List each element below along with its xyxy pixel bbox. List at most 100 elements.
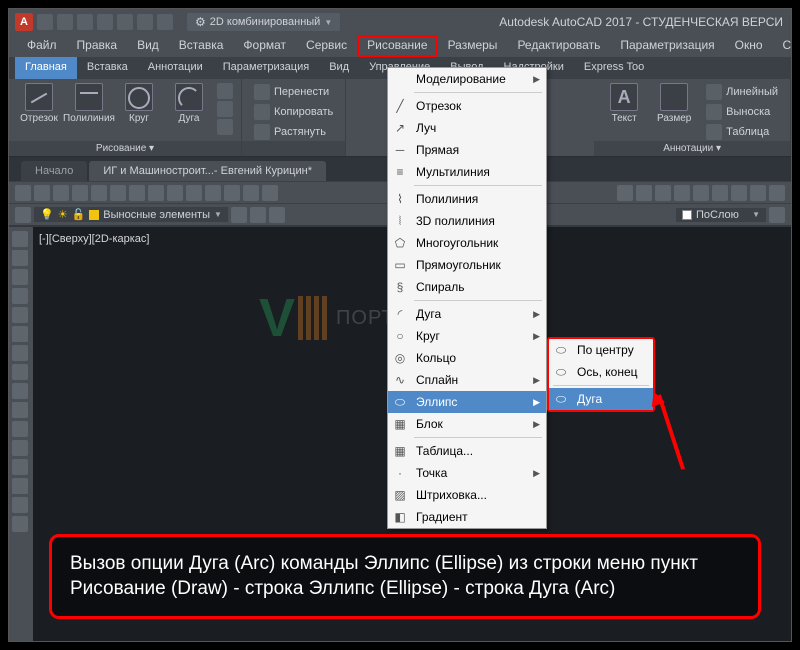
tb-icon[interactable]: [243, 185, 259, 201]
menu-dimension[interactable]: Размеры: [438, 35, 508, 57]
tb-icon[interactable]: [750, 185, 766, 201]
color-dropdown[interactable]: ПоСлою ▼: [676, 208, 766, 222]
menu-help[interactable]: Спра: [773, 35, 792, 57]
menuitem-point[interactable]: ·Точка▶: [388, 462, 546, 484]
tb-icon[interactable]: [250, 207, 266, 223]
tab-view[interactable]: Вид: [319, 57, 359, 79]
menuitem-block[interactable]: ▦Блок▶: [388, 413, 546, 435]
tb-icon[interactable]: [110, 185, 126, 201]
panel-draw-title[interactable]: Рисование ▾: [9, 141, 241, 156]
tb-icon[interactable]: [269, 207, 285, 223]
tool-icon[interactable]: [12, 478, 28, 494]
rect-icon[interactable]: [217, 83, 233, 99]
tab-annotate[interactable]: Аннотации: [138, 57, 213, 79]
tab-insert[interactable]: Вставка: [77, 57, 138, 79]
copy-button[interactable]: Копировать: [250, 103, 337, 121]
tool-icon[interactable]: [12, 269, 28, 285]
tool-icon[interactable]: [12, 497, 28, 513]
menu-edit[interactable]: Правка: [67, 35, 128, 57]
move-button[interactable]: Перенести: [250, 83, 337, 101]
viewport-label[interactable]: [-][Сверху][2D-каркас]: [39, 233, 149, 245]
stretch-button[interactable]: Растянуть: [250, 123, 337, 141]
tb-icon[interactable]: [731, 185, 747, 201]
tool-icon[interactable]: [12, 402, 28, 418]
workspace-dropdown[interactable]: ⚙ 2D комбинированный ▼: [187, 13, 340, 31]
tb-icon[interactable]: [91, 185, 107, 201]
submenu-center[interactable]: ⬭По центру: [549, 339, 653, 361]
tb-icon[interactable]: [231, 207, 247, 223]
tb-icon[interactable]: [15, 185, 31, 201]
tb-icon[interactable]: [224, 185, 240, 201]
tab-home[interactable]: Главная: [15, 57, 77, 79]
menu-format[interactable]: Формат: [233, 35, 296, 57]
tb-icon[interactable]: [205, 185, 221, 201]
table-button[interactable]: Таблица: [702, 123, 782, 141]
tool-icon[interactable]: [12, 421, 28, 437]
tab-parametric[interactable]: Параметризация: [213, 57, 319, 79]
menu-file[interactable]: Файл: [17, 35, 67, 57]
tool-icon[interactable]: [12, 345, 28, 361]
submenu-arc[interactable]: ⬭Дуга: [549, 388, 653, 410]
plot-icon[interactable]: [117, 14, 133, 30]
doc-tab-start[interactable]: Начало: [21, 161, 87, 181]
menuitem-table[interactable]: ▦Таблица...: [388, 440, 546, 462]
tool-icon[interactable]: [12, 383, 28, 399]
menuitem-rectangle[interactable]: ▭Прямоугольник: [388, 254, 546, 276]
tb-icon[interactable]: [693, 185, 709, 201]
tool-icon[interactable]: [12, 459, 28, 475]
redo-icon[interactable]: [157, 14, 173, 30]
menuitem-line[interactable]: ╱Отрезок: [388, 95, 546, 117]
tool-icon[interactable]: [12, 440, 28, 456]
menu-window[interactable]: Окно: [725, 35, 773, 57]
new-icon[interactable]: [37, 14, 53, 30]
tb-icon[interactable]: [617, 185, 633, 201]
menuitem-helix[interactable]: §Спираль: [388, 276, 546, 298]
ellipse-icon[interactable]: [217, 101, 233, 117]
tool-icon[interactable]: [12, 288, 28, 304]
panel-annotation-title[interactable]: Аннотации ▾: [594, 141, 790, 156]
hatch-icon[interactable]: [217, 119, 233, 135]
tool-icon[interactable]: [12, 250, 28, 266]
menuitem-ray[interactable]: ↗Луч: [388, 117, 546, 139]
doc-tab-active[interactable]: ИГ и Машиностроит...- Евгений Курицин*: [89, 161, 326, 181]
leader-button[interactable]: Выноска: [702, 103, 782, 121]
app-menu-button[interactable]: A: [15, 13, 33, 31]
menuitem-gradient[interactable]: ◧Градиент: [388, 506, 546, 528]
menu-insert[interactable]: Вставка: [169, 35, 234, 57]
save-icon[interactable]: [77, 14, 93, 30]
menuitem-hatch[interactable]: ▨Штриховка...: [388, 484, 546, 506]
tb-icon[interactable]: [636, 185, 652, 201]
tb-icon[interactable]: [72, 185, 88, 201]
menu-tools[interactable]: Сервис: [296, 35, 357, 57]
tb-icon[interactable]: [148, 185, 164, 201]
menuitem-modeling[interactable]: Моделирование▶: [388, 68, 546, 90]
tool-icon[interactable]: [12, 307, 28, 323]
tb-icon[interactable]: [769, 185, 785, 201]
tb-icon[interactable]: [655, 185, 671, 201]
tb-icon[interactable]: [53, 185, 69, 201]
menuitem-polygon[interactable]: ⬠Многоугольник: [388, 232, 546, 254]
tool-icon[interactable]: [12, 516, 28, 532]
menu-parametric[interactable]: Параметризация: [610, 35, 724, 57]
open-icon[interactable]: [57, 14, 73, 30]
menu-view[interactable]: Вид: [127, 35, 169, 57]
menuitem-donut[interactable]: ◎Кольцо: [388, 347, 546, 369]
tb-icon[interactable]: [769, 207, 785, 223]
menuitem-mline[interactable]: ≡Мультилиния: [388, 161, 546, 183]
menu-draw[interactable]: Рисование: [357, 35, 437, 57]
menuitem-spline[interactable]: ∿Сплайн▶: [388, 369, 546, 391]
tb-icon[interactable]: [15, 207, 31, 223]
tab-express[interactable]: Express Too: [574, 57, 654, 79]
menuitem-arc[interactable]: ◜Дуга▶: [388, 303, 546, 325]
circle-button[interactable]: Круг: [117, 83, 161, 124]
tb-icon[interactable]: [34, 185, 50, 201]
line-button[interactable]: Отрезок: [17, 83, 61, 124]
polyline-button[interactable]: Полилиния: [67, 83, 111, 124]
saveas-icon[interactable]: [97, 14, 113, 30]
menuitem-xline[interactable]: ─Прямая: [388, 139, 546, 161]
tool-icon[interactable]: [12, 231, 28, 247]
tb-icon[interactable]: [262, 185, 278, 201]
arc-button[interactable]: Дуга: [167, 83, 211, 124]
dimension-button[interactable]: Размер: [652, 83, 696, 124]
linear-dim-button[interactable]: Линейный: [702, 83, 782, 101]
